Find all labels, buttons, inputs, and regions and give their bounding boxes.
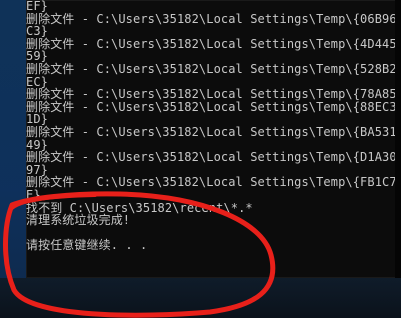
console-line: 删除文件 - C:\Users\35182\Local Settings\Tem… — [26, 36, 401, 51]
window-edge — [395, 0, 401, 278]
console-line-cleanup-complete: 清理系统垃圾完成! — [26, 213, 131, 228]
console-line: 删除文件 - C:\Users\35182\Local Settings\Tem… — [26, 175, 401, 190]
console-line: 删除文件 - C:\Users\35182\Local Settings\Tem… — [26, 61, 401, 76]
console-line: 删除文件 - C:\Users\35182\Local Settings\Tem… — [26, 11, 401, 26]
console-line: EF} — [26, 0, 48, 13]
screenshot: EF} 删除文件 - C:\Users\35182\Local Settings\… — [0, 0, 401, 318]
desktop-lower-area — [0, 278, 401, 318]
console-line: C3} — [26, 24, 48, 39]
console-window[interactable]: EF} 删除文件 - C:\Users\35182\Local Settings\… — [26, 0, 401, 278]
console-output: EF} 删除文件 - C:\Users\35182\Local Settings\… — [26, 0, 401, 252]
console-line: 删除文件 - C:\Users\35182\Local Settings\Tem… — [26, 150, 401, 165]
console-line: E} — [26, 187, 41, 202]
console-line: 删除文件 - C:\Users\35182\Local Settings\Tem… — [26, 99, 401, 114]
console-line: 删除文件 - C:\Users\35182\Local Settings\Tem… — [26, 87, 401, 102]
console-line: 删除文件 - C:\Users\35182\Local Settings\Tem… — [26, 124, 401, 139]
console-line-press-any-key: 请按任意键继续. . . — [26, 238, 148, 253]
